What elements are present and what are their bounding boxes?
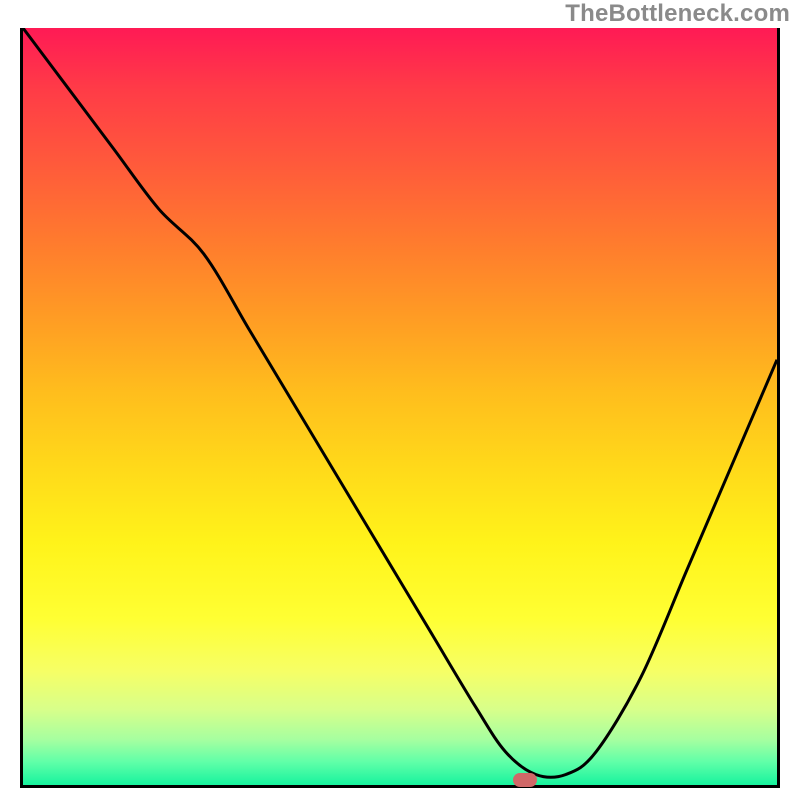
curve-svg [23,28,777,782]
optimum-marker [513,773,537,787]
bottleneck-curve-path [23,28,777,777]
watermark-text: TheBottleneck.com [565,0,790,28]
chart-stage: TheBottleneck.com [0,0,800,800]
plot-frame [20,28,780,788]
